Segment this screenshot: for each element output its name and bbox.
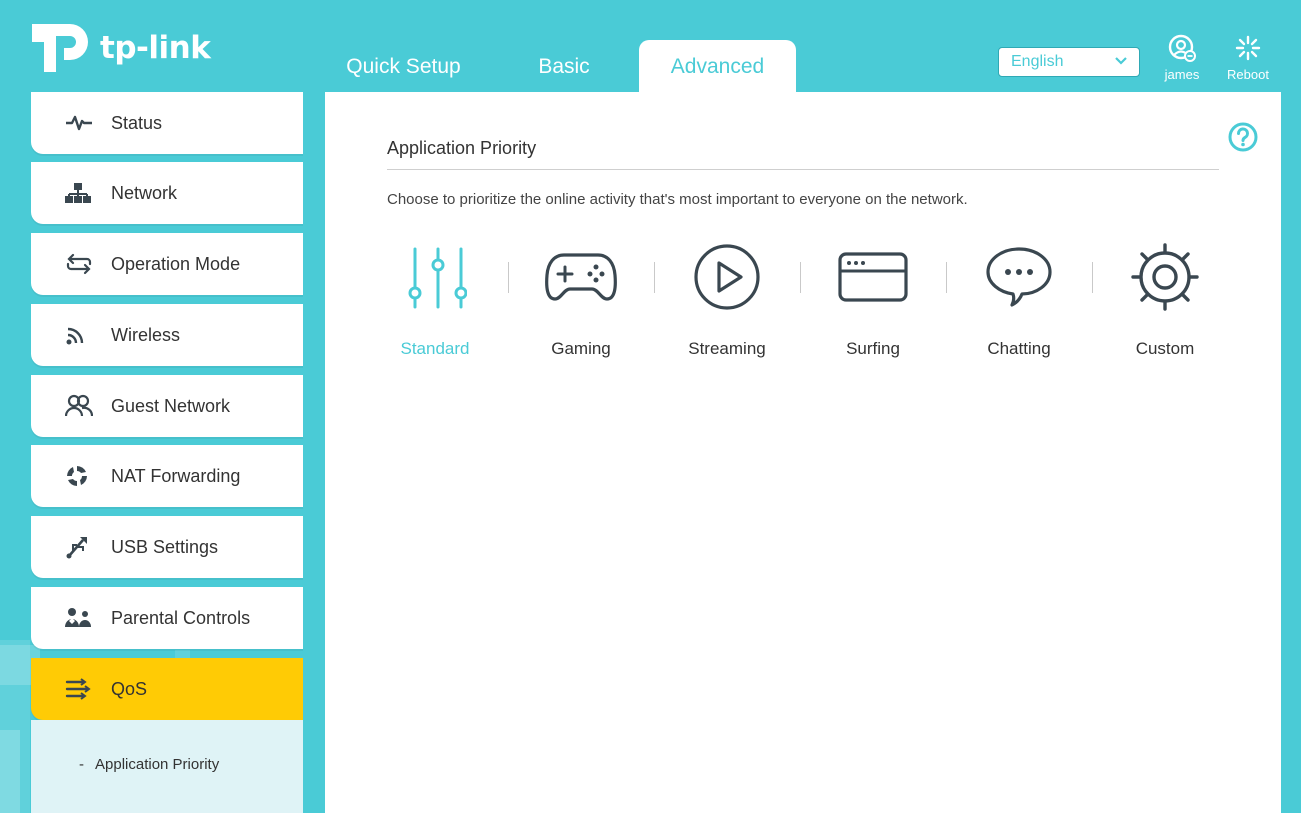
submenu-item-application-priority[interactable]: - Application Priority bbox=[79, 756, 220, 773]
help-button[interactable] bbox=[1227, 121, 1259, 158]
chat-bubble-icon bbox=[986, 247, 1052, 307]
submenu-item-label: Application Priority bbox=[95, 756, 220, 773]
sidebar-item-wireless[interactable]: Wireless bbox=[31, 304, 303, 366]
sidebar-item-label: Wireless bbox=[111, 324, 181, 345]
chevron-down-icon bbox=[1115, 57, 1127, 65]
sidebar-item-label: QoS bbox=[111, 678, 148, 699]
option-label: Standard bbox=[400, 339, 470, 358]
option-label: Gaming bbox=[551, 339, 611, 358]
option-streaming[interactable]: Streaming bbox=[654, 240, 800, 359]
tp-link-logo-mark-icon bbox=[32, 24, 88, 72]
network-icon bbox=[65, 182, 101, 204]
submenu-bullet: - bbox=[79, 756, 84, 773]
option-surfing[interactable]: Surfing bbox=[800, 240, 946, 359]
gamepad-icon bbox=[545, 253, 617, 301]
tp-link-logo: tp-link bbox=[30, 18, 211, 78]
sidebar-item-guest-network[interactable]: Guest Network bbox=[31, 375, 303, 437]
browser-icon bbox=[838, 252, 908, 302]
option-label: Custom bbox=[1135, 339, 1195, 358]
sidebar-item-parental-controls[interactable]: Parental Controls bbox=[31, 587, 303, 649]
option-label: Chatting bbox=[987, 339, 1051, 358]
tab-basic[interactable]: Basic bbox=[489, 40, 639, 92]
language-selected: English bbox=[1011, 53, 1064, 70]
sidebar-item-qos[interactable]: QoS bbox=[31, 658, 303, 720]
sidebar-item-label: USB Settings bbox=[111, 536, 219, 557]
sidebar-item-operation-mode[interactable]: Operation Mode bbox=[31, 233, 303, 295]
user-icon bbox=[1168, 34, 1196, 62]
language-select[interactable]: English bbox=[998, 47, 1140, 77]
page-description: Choose to prioritize the online activity… bbox=[387, 191, 968, 208]
sidebar-item-status[interactable]: Status bbox=[31, 92, 303, 154]
page-title: Application Priority bbox=[387, 138, 1219, 170]
pulse-icon bbox=[65, 114, 101, 132]
users-icon bbox=[65, 394, 101, 418]
help-icon bbox=[1228, 122, 1258, 152]
reboot-label: Reboot bbox=[1227, 67, 1269, 82]
sidebar-item-network[interactable]: Network bbox=[31, 162, 303, 224]
qos-icon bbox=[65, 678, 101, 700]
sidebar-item-label: Parental Controls bbox=[111, 607, 251, 628]
sidebar-item-label: NAT Forwarding bbox=[111, 465, 241, 486]
user-label: james bbox=[1164, 67, 1200, 82]
reboot-icon bbox=[1235, 35, 1261, 61]
reboot-button[interactable]: Reboot bbox=[1218, 34, 1278, 82]
sidebar-item-label: Network bbox=[111, 182, 178, 203]
sidebar-item-label: Guest Network bbox=[111, 395, 231, 416]
wifi-icon bbox=[65, 324, 101, 346]
top-tabs: Quick Setup Basic Advanced bbox=[318, 40, 796, 92]
main-panel: Application Priority Choose to prioritiz… bbox=[325, 92, 1281, 813]
family-icon bbox=[65, 607, 101, 629]
option-standard[interactable]: Standard bbox=[362, 240, 508, 359]
sidebar-item-label: Operation Mode bbox=[111, 253, 241, 274]
usb-icon bbox=[65, 535, 101, 559]
option-chatting[interactable]: Chatting bbox=[946, 240, 1092, 359]
qos-submenu: - Application Priority bbox=[31, 720, 303, 813]
logo-text: tp-link bbox=[100, 30, 211, 66]
play-icon bbox=[694, 244, 760, 310]
sidebar-item-label: Status bbox=[111, 112, 163, 133]
sidebar-item-usb-settings[interactable]: USB Settings bbox=[31, 516, 303, 578]
option-gaming[interactable]: Gaming bbox=[508, 240, 654, 359]
option-custom[interactable]: Custom bbox=[1092, 240, 1238, 359]
user-button[interactable]: james bbox=[1152, 34, 1212, 82]
option-label: Surfing bbox=[846, 339, 900, 358]
tab-quick-setup[interactable]: Quick Setup bbox=[318, 40, 489, 92]
sidebar-item-nat-forwarding[interactable]: NAT Forwarding bbox=[31, 445, 303, 507]
background-decoration bbox=[0, 730, 20, 813]
option-label: Streaming bbox=[688, 339, 766, 358]
swap-arrows-icon bbox=[65, 253, 101, 275]
sliders-icon bbox=[408, 247, 467, 309]
tab-advanced[interactable]: Advanced bbox=[639, 40, 796, 92]
nat-icon bbox=[65, 464, 101, 488]
gear-icon bbox=[1131, 243, 1199, 311]
